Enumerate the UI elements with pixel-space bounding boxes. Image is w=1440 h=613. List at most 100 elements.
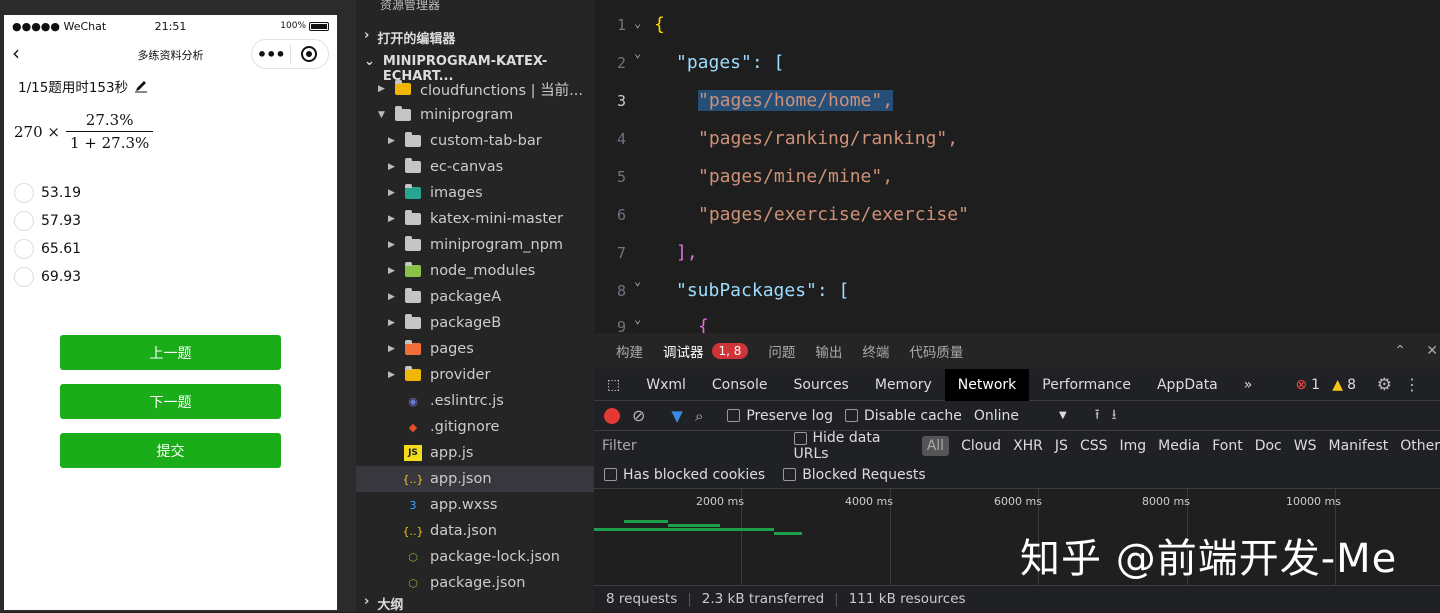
panel-network[interactable]: Network — [944, 368, 1030, 401]
panel-appdata[interactable]: AppData — [1144, 369, 1231, 401]
prev-question-button[interactable]: 上一题 — [60, 335, 281, 370]
type-filter-js[interactable]: JS — [1055, 438, 1068, 454]
submit-button[interactable]: 提交 — [60, 433, 281, 468]
disable-cache-checkbox[interactable]: Disable cache — [844, 408, 962, 424]
folder-icon — [404, 314, 422, 331]
fold-icon[interactable]: ⌄ — [634, 16, 641, 30]
file-tree-item[interactable]: ▶ images — [356, 180, 594, 206]
option-c[interactable]: 65.61 — [14, 235, 81, 263]
type-filter-img[interactable]: Img — [1120, 438, 1147, 454]
file-tree-item[interactable]: ▼ miniprogram — [356, 102, 594, 128]
checkbox[interactable] — [604, 468, 617, 481]
panel-memory[interactable]: Memory — [862, 369, 945, 401]
file-tree-item[interactable]: ▶ ec-canvas — [356, 154, 594, 180]
divider: | — [834, 591, 839, 607]
file-tree-item[interactable]: ⬡ package-lock.json — [356, 544, 594, 570]
preserve-log-checkbox[interactable]: Preserve log — [727, 408, 833, 424]
option-b[interactable]: 57.93 — [14, 207, 81, 235]
file-tree-item[interactable]: ▶ cloudfunctions | 当前... — [356, 76, 594, 102]
search-icon[interactable]: ⌕ — [695, 407, 703, 425]
checkbox[interactable] — [783, 468, 797, 481]
file-tree-item[interactable]: ▶ node_modules — [356, 258, 594, 284]
has-blocked-cookies-checkbox[interactable]: Has blocked cookies — [604, 467, 765, 483]
file-tree-item[interactable]: ▶ miniprogram_npm — [356, 232, 594, 258]
network-summary: 8 requests | 2.3 kB transferred | 111 kB… — [594, 585, 1440, 612]
code-editor[interactable]: 1 ⌄ { 2 ⌄ "pages": [ 3 "pages/home/home"… — [594, 0, 1440, 337]
tab-debugger[interactable]: 调试器 — [663, 341, 704, 361]
pencil-icon[interactable] — [134, 79, 148, 93]
outline-section[interactable]: › 大纲 — [364, 594, 403, 613]
checkbox[interactable] — [793, 431, 807, 445]
blocked-requests-checkbox[interactable]: Blocked Requests — [783, 467, 926, 483]
filter-input[interactable]: Filter — [594, 438, 782, 454]
panel-performance[interactable]: Performance — [1029, 369, 1144, 401]
tab-code-quality[interactable]: 代码质量 — [909, 341, 963, 361]
tab-terminal[interactable]: 终端 — [862, 341, 889, 361]
inspect-icon[interactable]: ⬚ — [594, 369, 633, 401]
type-filter-ws[interactable]: WS — [1294, 438, 1317, 454]
option-d[interactable]: 69.93 — [14, 263, 81, 291]
file-tree-item[interactable]: ▶ pages — [356, 336, 594, 362]
type-filter-xhr[interactable]: XHR — [1013, 438, 1043, 454]
radio-button[interactable] — [14, 239, 34, 259]
formula-fraction: 27.3% 1 + 27.3% — [65, 111, 154, 152]
option-a[interactable]: 53.19 — [14, 179, 81, 207]
checkbox[interactable] — [727, 409, 741, 422]
tab-build[interactable]: 构建 — [616, 341, 643, 361]
upload-icon[interactable]: ⭱ — [1095, 404, 1100, 428]
panel-wxml[interactable]: Wxml — [633, 369, 699, 401]
radio-button[interactable] — [14, 211, 34, 231]
checkbox[interactable] — [844, 409, 858, 422]
more-dots-icon[interactable]: ••• — [252, 45, 290, 64]
error-indicator[interactable]: ⊗ 1 — [1295, 377, 1320, 393]
radio-button[interactable] — [14, 183, 34, 203]
clear-icon[interactable]: ⊘ — [632, 406, 645, 425]
type-filter-media[interactable]: Media — [1158, 438, 1200, 454]
download-icon[interactable]: ⭳ — [1112, 404, 1117, 428]
file-tree-item[interactable]: {..} app.json — [356, 466, 594, 492]
file-tree-item[interactable]: ▶ custom-tab-bar — [356, 128, 594, 154]
file-tree-item[interactable]: ▶ provider — [356, 362, 594, 388]
next-question-button[interactable]: 下一题 — [60, 384, 281, 419]
gear-icon[interactable]: ⚙ — [1377, 375, 1392, 395]
more-icon[interactable]: ··· — [552, 0, 567, 7]
file-tree-item[interactable]: ◉ .eslintrc.js — [356, 388, 594, 414]
filter-icon[interactable]: ▼ — [671, 407, 683, 425]
question-formula: 270 × 27.3% 1 + 27.3% — [14, 111, 154, 152]
file-tree-item[interactable]: ⬡ package.json — [356, 570, 594, 596]
radio-button[interactable] — [14, 267, 34, 287]
record-icon[interactable] — [604, 407, 620, 424]
more-panels-icon[interactable]: » — [1231, 369, 1266, 401]
fold-icon[interactable]: ⌄ — [634, 46, 641, 60]
type-filter-font[interactable]: Font — [1212, 438, 1242, 454]
type-filter-css[interactable]: CSS — [1080, 438, 1108, 454]
tab-problems[interactable]: 问题 — [768, 341, 795, 361]
file-tree-item[interactable]: JS app.js — [356, 440, 594, 466]
file-tree-item[interactable]: {..} data.json — [356, 518, 594, 544]
type-filter-cloud[interactable]: Cloud — [961, 438, 1001, 454]
type-filter-other[interactable]: Other — [1400, 438, 1440, 454]
open-editors-section[interactable]: › 打开的编辑器 — [364, 28, 455, 47]
type-filter-manifest[interactable]: Manifest — [1328, 438, 1388, 454]
panel-console[interactable]: Console — [699, 369, 781, 401]
warning-count: 8 — [1347, 376, 1356, 393]
file-tree-item[interactable]: ◆ .gitignore — [356, 414, 594, 440]
file-tree-item[interactable]: ▶ katex-mini-master — [356, 206, 594, 232]
file-tree-item[interactable]: 3 app.wxss — [356, 492, 594, 518]
hide-data-urls-checkbox[interactable]: Hide data URLs — [793, 430, 912, 462]
close-icon[interactable]: ✕ — [1426, 343, 1438, 359]
kebab-menu-icon[interactable]: ⋮ — [1404, 375, 1420, 394]
type-filter-all[interactable]: All — [921, 436, 950, 456]
type-filter-doc[interactable]: Doc — [1255, 438, 1282, 454]
file-tree-item[interactable]: ▶ packageB — [356, 310, 594, 336]
chevron-left-icon[interactable]: ‹ — [12, 43, 20, 63]
fold-icon[interactable]: ⌄ — [634, 312, 641, 326]
fold-icon[interactable]: ⌄ — [634, 274, 641, 288]
panel-sources[interactable]: Sources — [780, 369, 861, 401]
collapse-up-icon[interactable]: ⌃ — [1394, 343, 1406, 359]
file-tree-item[interactable]: ▶ packageA — [356, 284, 594, 310]
tab-output[interactable]: 输出 — [815, 341, 842, 361]
warning-indicator[interactable]: ▲ 8 — [1332, 377, 1356, 393]
throttle-select[interactable]: Online ▼ — [974, 408, 1067, 424]
record-icon[interactable] — [290, 46, 328, 62]
